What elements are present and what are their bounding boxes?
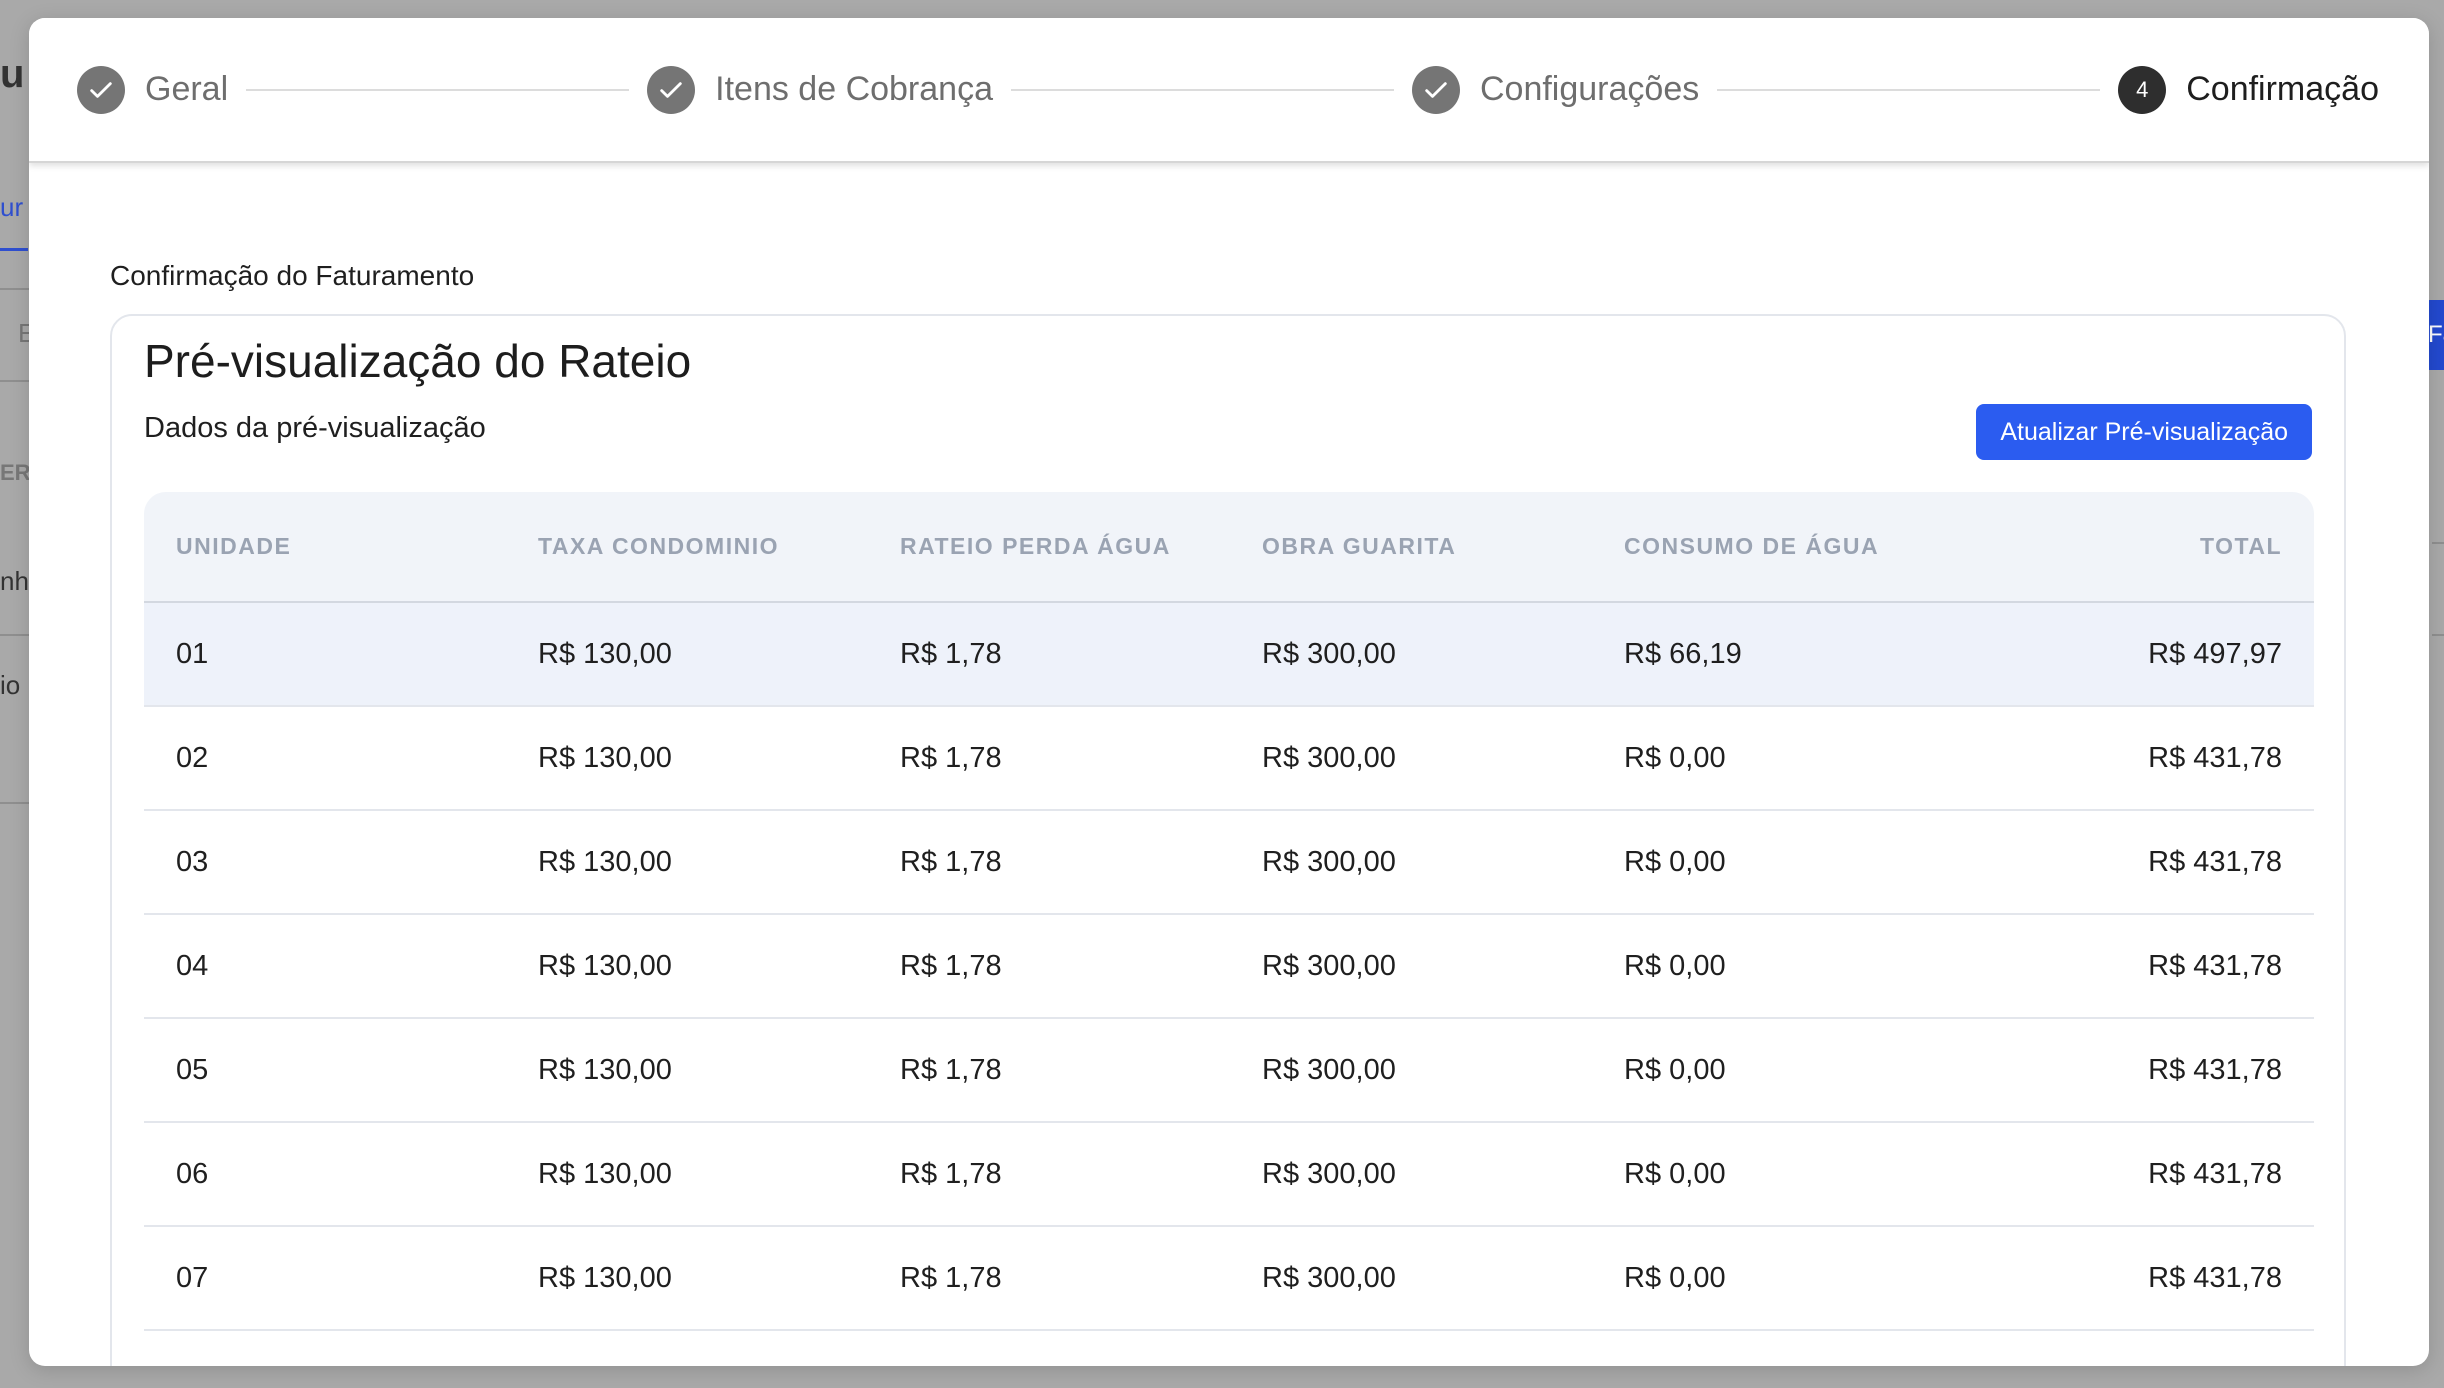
- cell-total: R$ 431,78: [1954, 1330, 2314, 1366]
- table-row[interactable]: 06 R$ 130,00 R$ 1,78 R$ 300,00 R$ 0,00 R$ 431…: [144, 1122, 2314, 1227]
- refresh-preview-button[interactable]: Atualizar Pré-visualização: [1976, 404, 2312, 460]
- cell-total: R$ 497,97: [1954, 602, 2314, 707]
- bg-tab-underline: [0, 248, 28, 251]
- cell-taxa-condominio: R$ 130,00: [506, 1018, 868, 1123]
- table-row[interactable]: 02 R$ 130,00 R$ 1,78 R$ 300,00 R$ 0,00 R$ 431…: [144, 706, 2314, 811]
- cell-rateio-perda-agua: R$ 1,78: [868, 810, 1230, 915]
- cell-obra-guarita: R$ 300,00: [1230, 810, 1592, 915]
- bg-fragment: ur: [0, 192, 24, 222]
- bg-fragment: io: [0, 670, 21, 700]
- cell-unidade: 01: [144, 602, 506, 707]
- step-configuracoes[interactable]: Configurações: [1411, 65, 1700, 114]
- cell-total: R$ 431,78: [1954, 810, 2314, 915]
- column-header-obra-guarita[interactable]: OBRA GUARITA: [1230, 492, 1592, 603]
- cell-consumo-de-agua: R$ 0,00: [1592, 1330, 1954, 1366]
- cell-obra-guarita: R$ 300,00: [1230, 602, 1592, 707]
- step-label: Confirmação: [2186, 70, 2379, 108]
- cell-rateio-perda-agua: R$ 1,78: [868, 1226, 1230, 1331]
- cell-taxa-condominio: R$ 130,00: [506, 810, 868, 915]
- bg-divider: [0, 288, 30, 290]
- billing-wizard-modal: Geral Itens de Cobrança Configurações 4 …: [29, 18, 2429, 1366]
- cell-unidade: 08: [144, 1330, 506, 1366]
- table-body: 01 R$ 130,00 R$ 1,78 R$ 300,00 R$ 66,19 R$ 49…: [144, 602, 2314, 1366]
- cell-consumo-de-agua: R$ 66,19: [1592, 602, 1954, 707]
- check-icon: [77, 65, 125, 114]
- cell-total: R$ 431,78: [1954, 1018, 2314, 1123]
- step-label: Configurações: [1479, 70, 1700, 108]
- cell-obra-guarita: R$ 300,00: [1230, 1122, 1592, 1227]
- cell-total: R$ 431,78: [1954, 1226, 2314, 1331]
- step-geral[interactable]: Geral: [77, 65, 229, 114]
- cell-rateio-perda-agua: R$ 1,78: [868, 1330, 1230, 1366]
- column-header-rateio-perda-agua[interactable]: RATEIO PERDA ÁGUA: [868, 492, 1230, 603]
- step-number-badge: 4: [2118, 65, 2167, 114]
- cell-obra-guarita: R$ 300,00: [1230, 1330, 1592, 1366]
- cell-consumo-de-agua: R$ 0,00: [1592, 1018, 1954, 1123]
- step-connector: [1010, 88, 1394, 91]
- table-row[interactable]: 04 R$ 130,00 R$ 1,78 R$ 300,00 R$ 0,00 R$ 431…: [144, 914, 2314, 1019]
- cell-obra-guarita: R$ 300,00: [1230, 914, 1592, 1019]
- preview-card: Pré-visualização do Rateio Dados da pré-…: [110, 314, 2346, 1366]
- table-row[interactable]: 05 R$ 130,00 R$ 1,78 R$ 300,00 R$ 0,00 R$ 431…: [144, 1018, 2314, 1123]
- bg-divider: [2432, 542, 2444, 544]
- column-header-unidade[interactable]: UNIDADE: [144, 492, 506, 603]
- bg-divider: [2432, 634, 2444, 636]
- cell-consumo-de-agua: R$ 0,00: [1592, 706, 1954, 811]
- wizard-stepper: Geral Itens de Cobrança Configurações 4 …: [29, 18, 2429, 163]
- cell-taxa-condominio: R$ 130,00: [506, 914, 868, 1019]
- step-confirmacao[interactable]: 4 Confirmação: [2118, 65, 2379, 114]
- card-subtitle: Dados da pré-visualização: [144, 412, 486, 444]
- table-row[interactable]: 07 R$ 130,00 R$ 1,78 R$ 300,00 R$ 0,00 R$ 431…: [144, 1226, 2314, 1331]
- step-label: Geral: [145, 70, 229, 108]
- cell-unidade: 07: [144, 1226, 506, 1331]
- step-connector: [246, 88, 630, 91]
- column-header-total[interactable]: TOTAL: [1954, 492, 2314, 603]
- cell-obra-guarita: R$ 300,00: [1230, 1226, 1592, 1331]
- cell-rateio-perda-agua: R$ 1,78: [868, 1018, 1230, 1123]
- cell-total: R$ 431,78: [1954, 914, 2314, 1019]
- cell-rateio-perda-agua: R$ 1,78: [868, 914, 1230, 1019]
- table-header-row: UNIDADE TAXA CONDOMINIO RATEIO PERDA ÁGU…: [144, 492, 2314, 603]
- cell-rateio-perda-agua: R$ 1,78: [868, 602, 1230, 707]
- cell-taxa-condominio: R$ 130,00: [506, 1226, 868, 1331]
- check-icon: [1411, 65, 1460, 114]
- bg-fragment: nh: [0, 566, 29, 596]
- step-connector: [1717, 88, 2101, 91]
- cell-obra-guarita: R$ 300,00: [1230, 1018, 1592, 1123]
- cell-obra-guarita: R$ 300,00: [1230, 706, 1592, 811]
- step-label: Itens de Cobrança: [715, 70, 993, 108]
- bg-divider: [0, 380, 30, 382]
- table-row[interactable]: 01 R$ 130,00 R$ 1,78 R$ 300,00 R$ 66,19 R$ 49…: [144, 602, 2314, 707]
- bg-divider: [0, 634, 30, 636]
- cell-total: R$ 431,78: [1954, 1122, 2314, 1227]
- cell-taxa-condominio: R$ 130,00: [506, 1122, 868, 1227]
- cell-consumo-de-agua: R$ 0,00: [1592, 1122, 1954, 1227]
- cell-unidade: 04: [144, 914, 506, 1019]
- table-row[interactable]: 03 R$ 130,00 R$ 1,78 R$ 300,00 R$ 0,00 R$ 431…: [144, 810, 2314, 915]
- bg-fragment: u: [0, 52, 25, 96]
- cell-consumo-de-agua: R$ 0,00: [1592, 810, 1954, 915]
- cell-rateio-perda-agua: R$ 1,78: [868, 1122, 1230, 1227]
- cell-taxa-condominio: R$ 130,00: [506, 706, 868, 811]
- check-icon: [647, 65, 696, 114]
- card-title: Pré-visualização do Rateio: [144, 335, 692, 387]
- column-header-taxa-condominio[interactable]: TAXA CONDOMINIO: [506, 492, 868, 603]
- cell-unidade: 03: [144, 810, 506, 915]
- cell-taxa-condominio: R$ 130,00: [506, 1330, 868, 1366]
- cell-unidade: 02: [144, 706, 506, 811]
- cell-unidade: 05: [144, 1018, 506, 1123]
- bg-fragment: ER: [0, 460, 31, 485]
- cell-rateio-perda-agua: R$ 1,78: [868, 706, 1230, 811]
- cell-total: R$ 431,78: [1954, 706, 2314, 811]
- preview-table: UNIDADE TAXA CONDOMINIO RATEIO PERDA ÁGU…: [144, 492, 2314, 1366]
- step-itens-de-cobranca[interactable]: Itens de Cobrança: [647, 65, 993, 114]
- cell-taxa-condominio: R$ 130,00: [506, 602, 868, 707]
- section-title: Confirmação do Faturamento: [110, 260, 475, 291]
- bg-divider: [0, 802, 30, 804]
- cell-consumo-de-agua: R$ 0,00: [1592, 914, 1954, 1019]
- cell-unidade: 06: [144, 1122, 506, 1227]
- cell-consumo-de-agua: R$ 0,00: [1592, 1226, 1954, 1331]
- column-header-consumo-de-agua[interactable]: CONSUMO DE ÁGUA: [1592, 492, 1954, 603]
- table-row[interactable]: 08R$ 130,00R$ 1,78R$ 300,00R$ 0,00R$ 431…: [144, 1330, 2314, 1366]
